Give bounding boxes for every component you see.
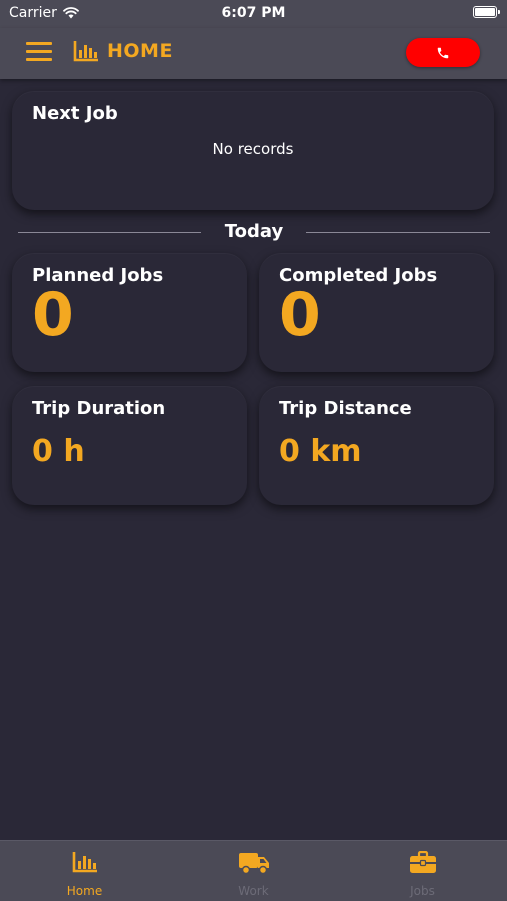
truck-icon bbox=[238, 853, 269, 875]
bottom-tab-bar: Home Work Jobs bbox=[0, 840, 507, 901]
call-button[interactable] bbox=[406, 38, 480, 67]
next-job-card: Next Job No records bbox=[12, 91, 494, 210]
trip-duration-card[interactable]: Trip Duration 0 h bbox=[12, 386, 247, 505]
trip-distance-value: 0 km bbox=[279, 434, 362, 469]
tab-home[interactable]: Home bbox=[0, 841, 169, 901]
tab-home-label: Home bbox=[66, 884, 103, 898]
divider-line-right bbox=[306, 232, 490, 233]
completed-jobs-value: 0 bbox=[279, 280, 321, 350]
planned-jobs-card[interactable]: Planned Jobs 0 bbox=[12, 253, 247, 372]
page-title: HOME bbox=[73, 40, 173, 62]
trip-distance-card[interactable]: Trip Distance 0 km bbox=[259, 386, 494, 505]
no-records-text: No records bbox=[212, 140, 294, 158]
trip-duration-label: Trip Duration bbox=[32, 398, 166, 419]
battery-icon bbox=[473, 6, 500, 18]
status-time: 6:07 PM bbox=[221, 5, 286, 21]
tab-work[interactable]: Work bbox=[169, 841, 338, 901]
tab-jobs-label: Jobs bbox=[410, 884, 435, 898]
completed-jobs-card[interactable]: Completed Jobs 0 bbox=[259, 253, 494, 372]
phone-icon bbox=[437, 47, 449, 58]
trip-duration-value: 0 h bbox=[32, 434, 85, 469]
planned-jobs-value: 0 bbox=[32, 280, 74, 350]
top-app-bar: HOME bbox=[0, 28, 507, 79]
trip-distance-label: Trip Distance bbox=[279, 398, 412, 419]
bar-chart-icon bbox=[73, 41, 98, 62]
hamburger-menu-button[interactable] bbox=[26, 42, 52, 62]
page-title-text: HOME bbox=[107, 40, 173, 62]
status-bar: Carrier 6:07 PM bbox=[0, 0, 507, 28]
next-job-title: Next Job bbox=[32, 103, 118, 124]
briefcase-icon bbox=[409, 851, 436, 873]
today-divider: Today bbox=[18, 219, 490, 245]
tab-jobs[interactable]: Jobs bbox=[338, 841, 507, 901]
chart-icon bbox=[72, 852, 97, 873]
tab-work-label: Work bbox=[238, 884, 269, 898]
